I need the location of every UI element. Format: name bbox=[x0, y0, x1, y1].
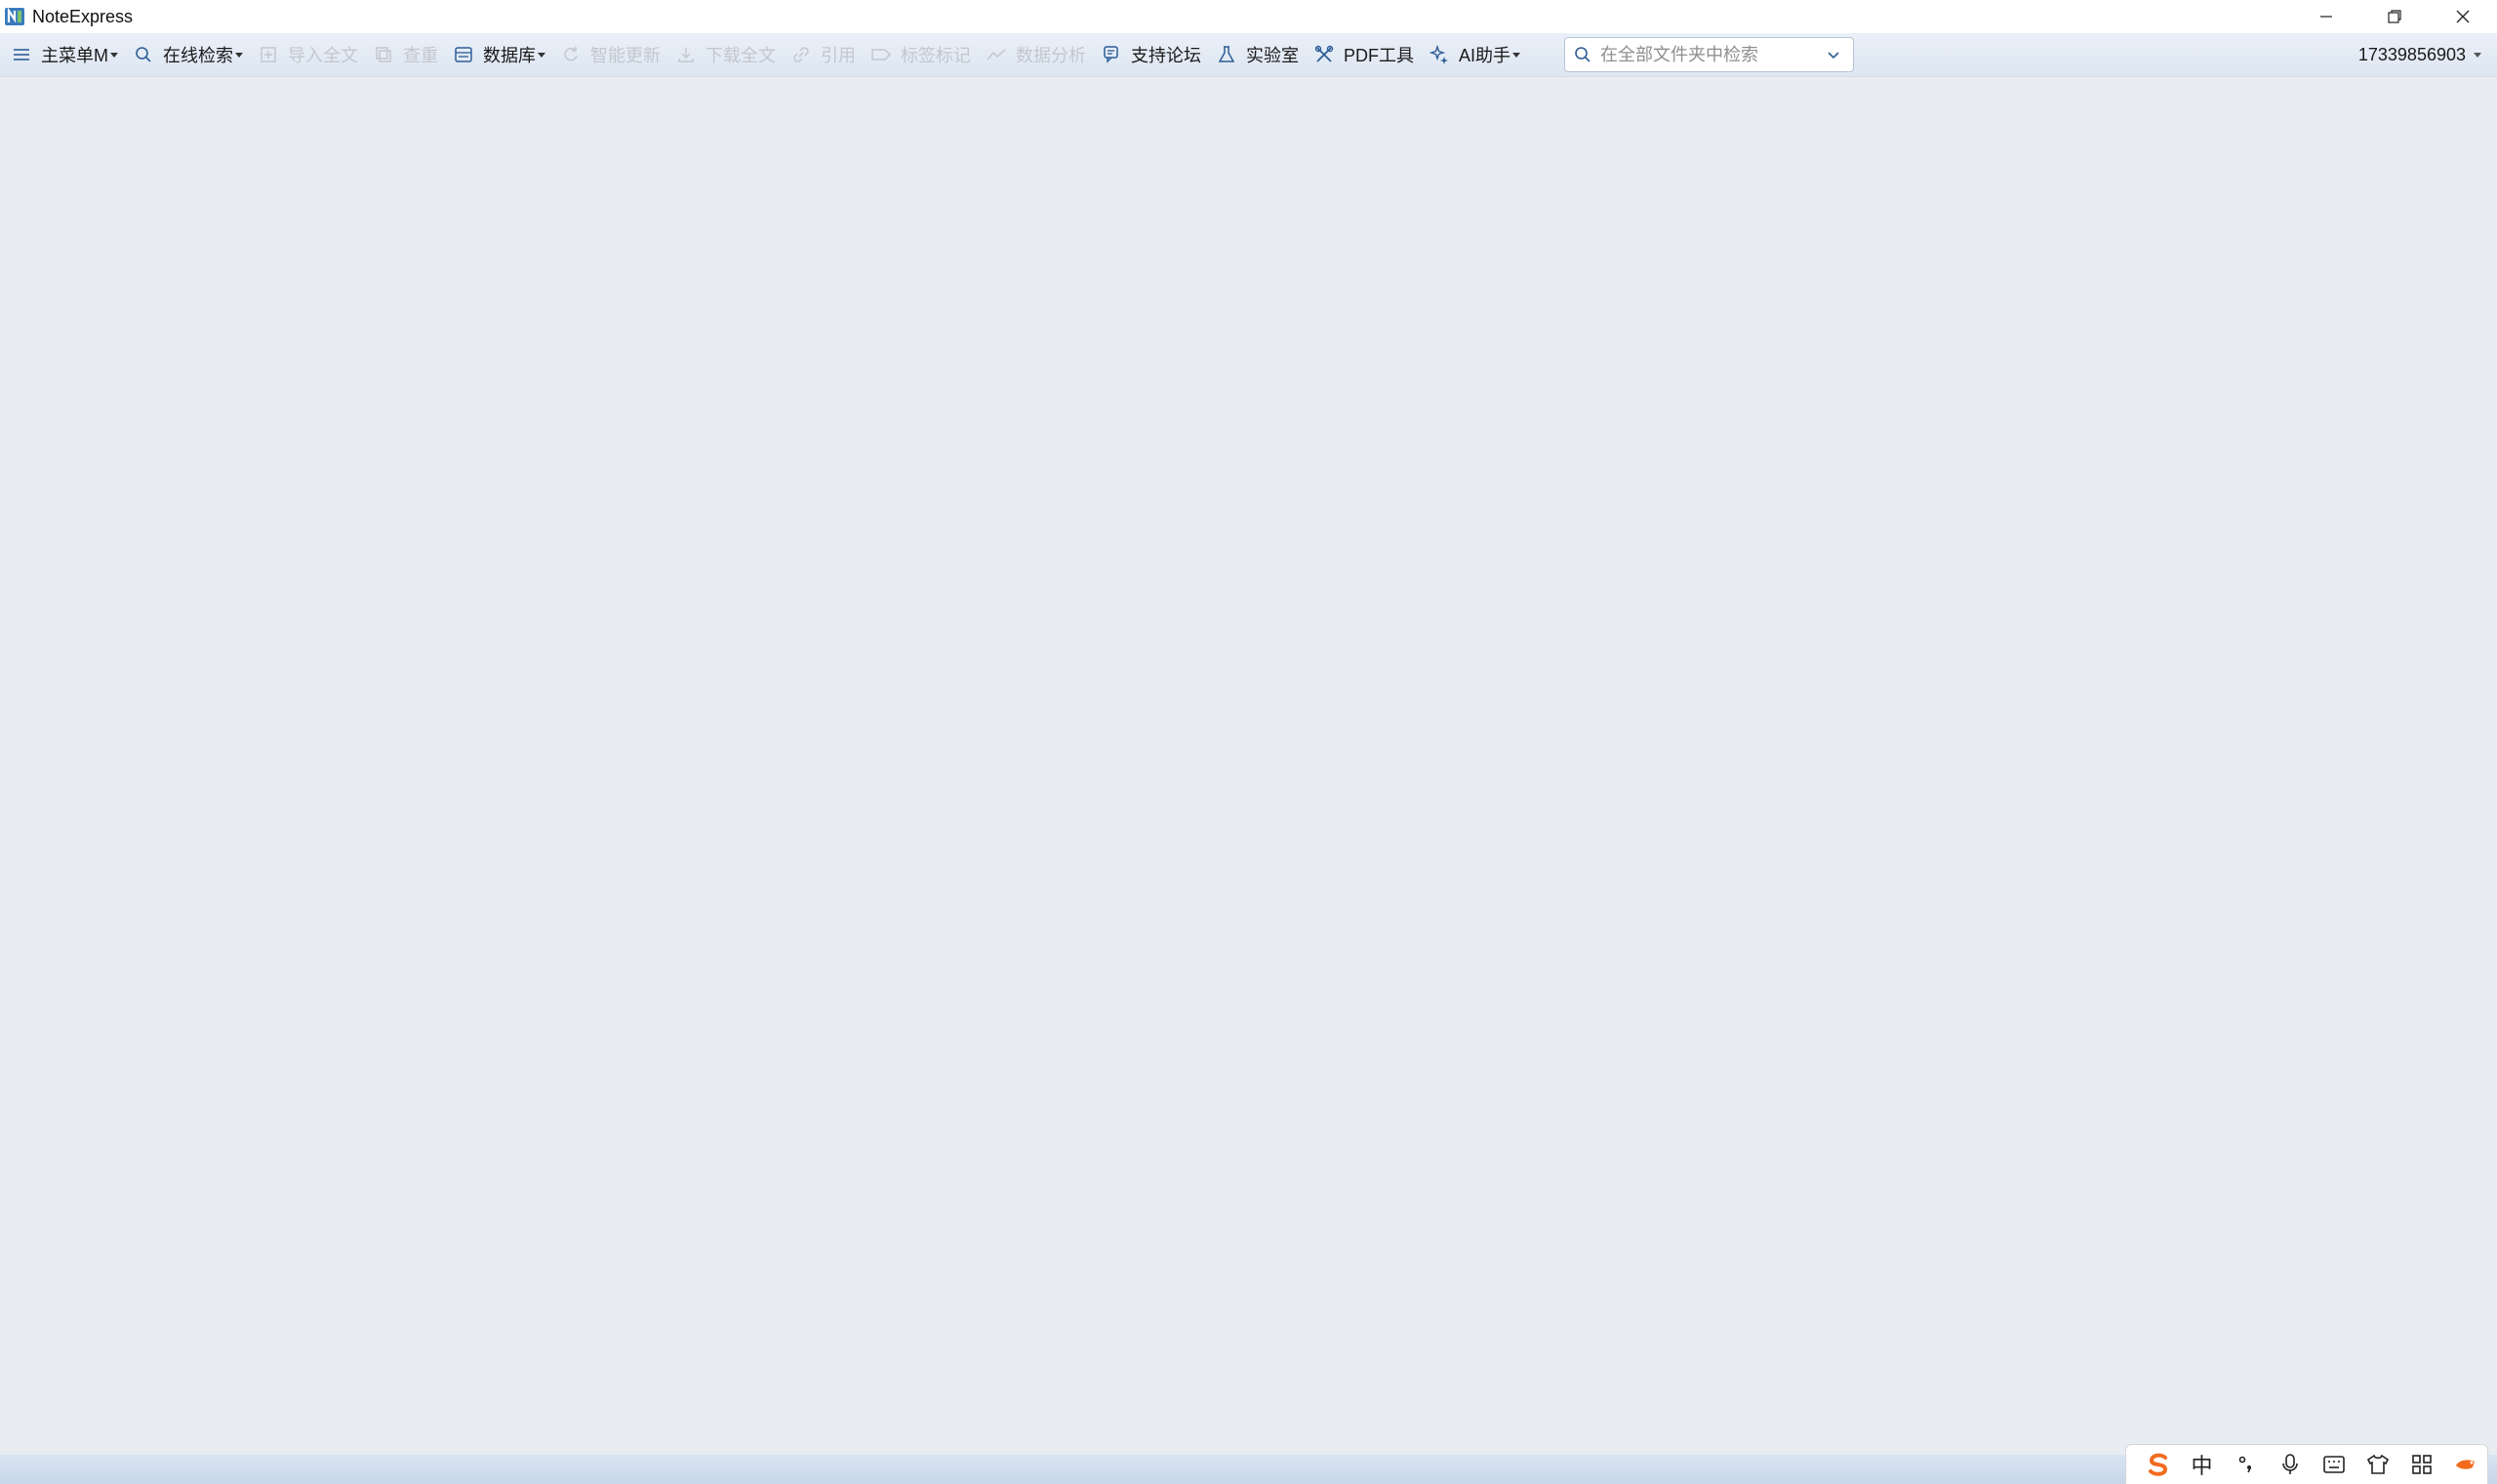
status-strip bbox=[0, 1455, 2497, 1484]
database-label: 数据库 bbox=[483, 46, 536, 65]
ime-toolbar: 中 bbox=[2125, 1444, 2488, 1484]
cite-button[interactable]: 引用 bbox=[789, 33, 856, 76]
download-fulltext-label: 下载全文 bbox=[705, 46, 776, 65]
link-icon bbox=[789, 43, 813, 66]
chevron-down-icon bbox=[1828, 52, 1839, 60]
restore-button[interactable] bbox=[2360, 0, 2429, 33]
restore-icon bbox=[2388, 10, 2401, 23]
close-icon bbox=[2456, 10, 2470, 23]
microphone-icon[interactable] bbox=[2268, 1445, 2312, 1484]
chart-icon bbox=[985, 43, 1008, 66]
search-scope-dropdown[interactable] bbox=[1814, 38, 1853, 71]
folder-search-input[interactable] bbox=[1596, 44, 1805, 65]
tag-icon bbox=[869, 43, 893, 66]
window-controls bbox=[2292, 0, 2497, 33]
main-menu-button[interactable]: 主菜单M bbox=[10, 33, 118, 76]
ai-icon bbox=[1428, 43, 1451, 66]
database-button[interactable]: 数据库 bbox=[452, 33, 545, 76]
ai-assistant-label: AI助手 bbox=[1459, 46, 1511, 65]
minimize-button[interactable] bbox=[2292, 0, 2360, 33]
search-icon bbox=[1569, 38, 1596, 71]
forum-icon bbox=[1100, 43, 1123, 66]
tag-mark-button[interactable]: 标签标记 bbox=[869, 33, 971, 76]
duplicate-icon bbox=[372, 43, 395, 66]
import-fulltext-button[interactable]: 导入全文 bbox=[257, 33, 358, 76]
chevron-down-icon bbox=[1512, 52, 1521, 58]
skin-icon[interactable] bbox=[2356, 1445, 2399, 1484]
lab-label: 实验室 bbox=[1246, 46, 1299, 65]
extra-icon[interactable] bbox=[2443, 1445, 2487, 1484]
user-account-menu[interactable]: 17339856903 bbox=[2358, 33, 2481, 76]
minimize-icon bbox=[2320, 16, 2332, 18]
user-account-label: 17339856903 bbox=[2357, 44, 2466, 64]
input-mode-label: 中 bbox=[2191, 1454, 2213, 1478]
data-analysis-button[interactable]: 数据分析 bbox=[985, 33, 1086, 76]
chevron-down-icon bbox=[235, 52, 243, 58]
database-icon bbox=[452, 43, 475, 66]
download-fulltext-button[interactable]: 下载全文 bbox=[674, 33, 776, 76]
tools-icon bbox=[1312, 43, 1336, 66]
cite-label: 引用 bbox=[821, 46, 856, 65]
window-title: NoteExpress bbox=[32, 6, 134, 26]
main-menu-label: 主菜单M bbox=[41, 46, 108, 65]
chevron-down-icon bbox=[110, 52, 118, 58]
hamburger-icon bbox=[10, 43, 33, 66]
chevron-down-icon bbox=[538, 52, 545, 58]
online-search-button[interactable]: 在线检索 bbox=[132, 33, 243, 76]
refresh-icon bbox=[559, 43, 583, 66]
keyboard-icon[interactable] bbox=[2312, 1445, 2356, 1484]
input-mode-toggle[interactable]: 中 bbox=[2180, 1445, 2224, 1484]
main-toolbar: 主菜单M 在线检索 导入全文 查重 数据库 智能更新 下载全文 引用 标签标记 … bbox=[0, 33, 2497, 77]
pdf-tools-button[interactable]: PDF工具 bbox=[1312, 33, 1414, 76]
import-icon bbox=[257, 43, 280, 66]
app-logo-icon bbox=[3, 5, 26, 28]
ai-assistant-button[interactable]: AI助手 bbox=[1428, 33, 1521, 76]
import-fulltext-label: 导入全文 bbox=[288, 46, 358, 65]
app-window: NoteExpress 主菜单M 在线检索 导入全文 查重 数据库 智能更新 下… bbox=[0, 0, 2497, 1484]
online-search-label: 在线检索 bbox=[163, 46, 233, 65]
title-bar[interactable]: NoteExpress bbox=[0, 0, 2497, 33]
smart-update-button[interactable]: 智能更新 bbox=[559, 33, 661, 76]
flask-icon bbox=[1215, 43, 1238, 66]
close-button[interactable] bbox=[2429, 0, 2497, 33]
pdf-tools-label: PDF工具 bbox=[1344, 46, 1414, 65]
sogou-logo-icon[interactable] bbox=[2136, 1445, 2180, 1484]
support-forum-label: 支持论坛 bbox=[1131, 46, 1201, 65]
folder-search-box[interactable] bbox=[1564, 37, 1854, 72]
dedupe-button[interactable]: 查重 bbox=[372, 33, 438, 76]
support-forum-button[interactable]: 支持论坛 bbox=[1100, 33, 1201, 76]
data-analysis-label: 数据分析 bbox=[1016, 46, 1086, 65]
punctuation-icon[interactable] bbox=[2224, 1445, 2268, 1484]
chevron-down-icon bbox=[2474, 52, 2481, 58]
grid-icon[interactable] bbox=[2399, 1445, 2443, 1484]
main-workspace bbox=[0, 77, 2497, 1455]
search-icon bbox=[132, 43, 155, 66]
download-icon bbox=[674, 43, 698, 66]
smart-update-label: 智能更新 bbox=[590, 46, 661, 65]
lab-button[interactable]: 实验室 bbox=[1215, 33, 1299, 76]
tag-mark-label: 标签标记 bbox=[901, 46, 971, 65]
dedupe-label: 查重 bbox=[403, 46, 438, 65]
